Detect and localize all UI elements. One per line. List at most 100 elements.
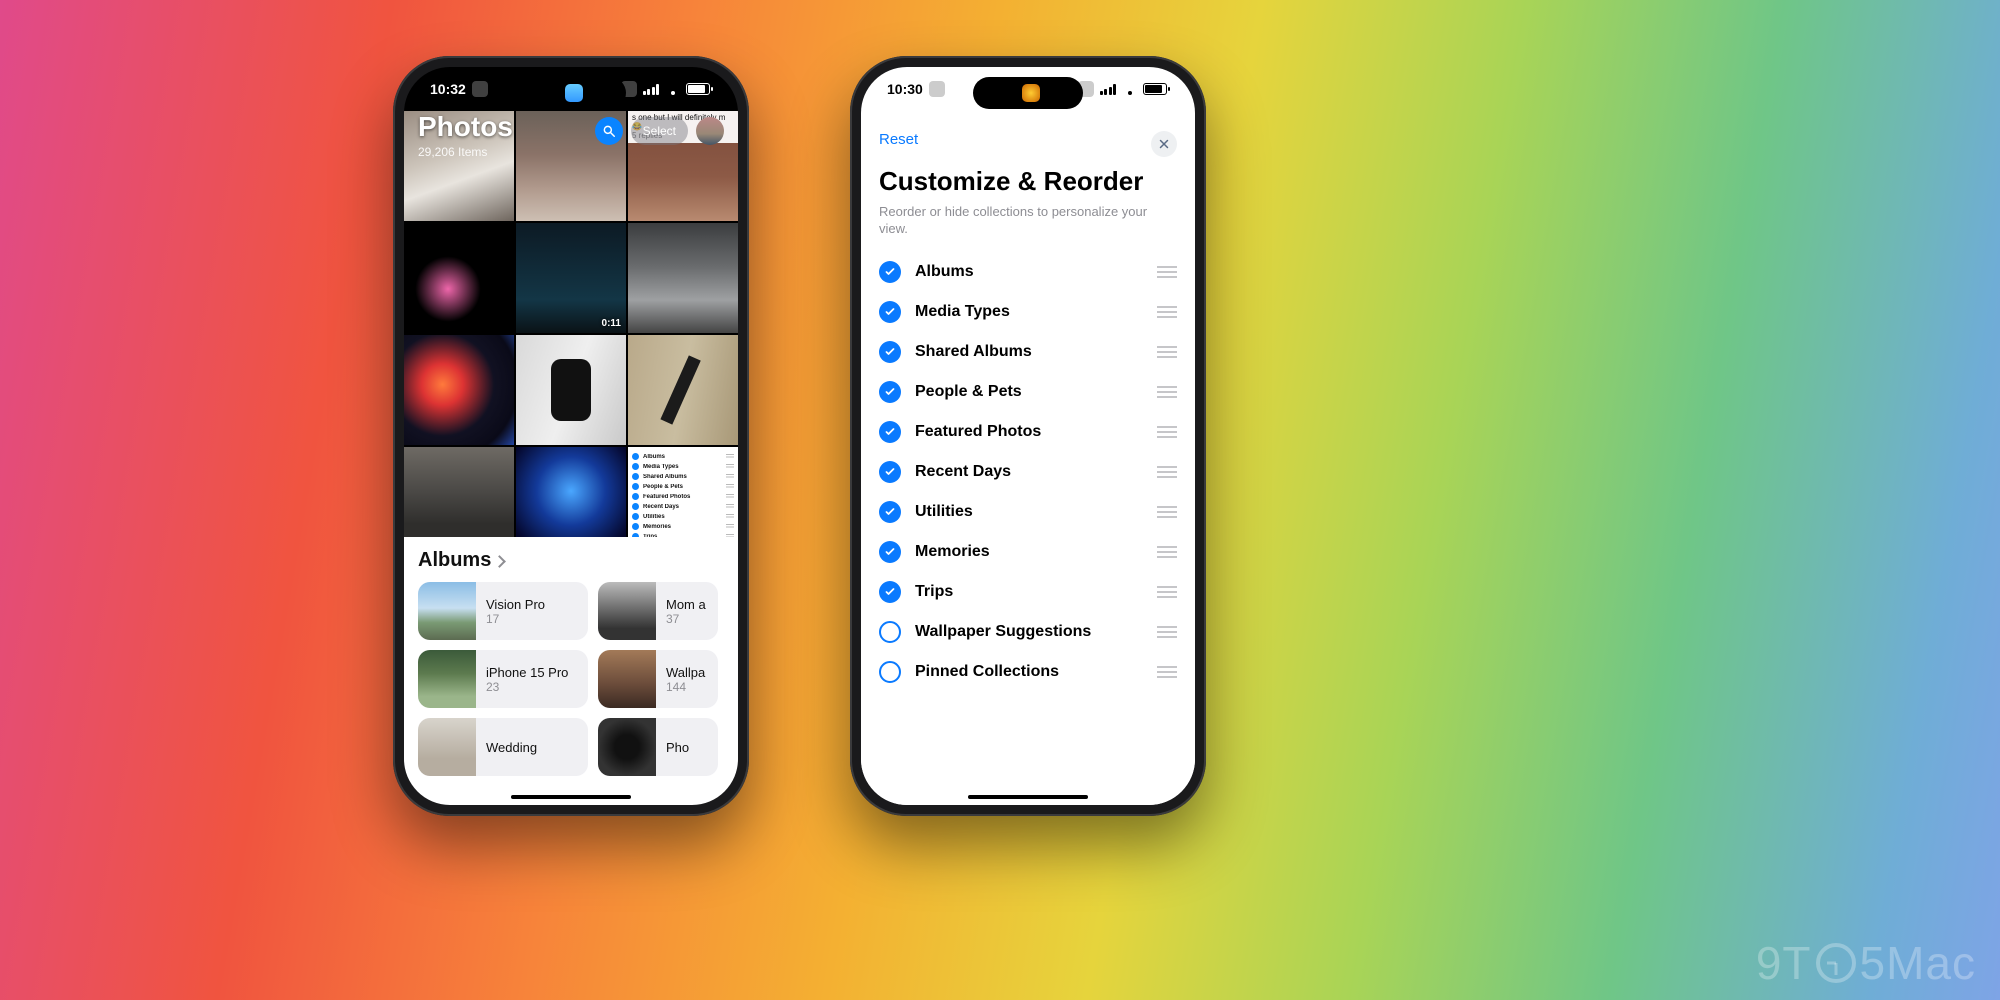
checkbox[interactable]: [879, 621, 901, 643]
cellular-icon: [1100, 84, 1117, 95]
drag-handle-icon[interactable]: [1157, 626, 1177, 638]
check-icon: [884, 346, 896, 358]
checkbox[interactable]: [879, 661, 901, 683]
photo-tile[interactable]: [404, 223, 514, 333]
check-icon: [884, 386, 896, 398]
photo-grid[interactable]: s one but I will definitely m 😂 5 replie…: [404, 111, 738, 557]
album-thumb: [598, 582, 656, 640]
home-indicator[interactable]: [511, 795, 631, 799]
album-name: Wedding: [486, 740, 537, 755]
album-card[interactable]: Wallpa144: [598, 650, 718, 708]
album-card[interactable]: Wedding: [418, 718, 588, 776]
customize-sheet: Reset Customize & Reorder Reorder or hid…: [861, 117, 1195, 805]
option-label: Shared Albums: [915, 343, 1143, 361]
option-label: Utilities: [915, 503, 1143, 521]
check-icon: [884, 466, 896, 478]
drag-handle-icon[interactable]: [1157, 466, 1177, 478]
option-row[interactable]: Trips: [879, 572, 1177, 612]
drag-handle-icon[interactable]: [1157, 586, 1177, 598]
option-row[interactable]: Wallpaper Suggestions: [879, 612, 1177, 652]
albums-title: Albums: [418, 549, 491, 572]
option-row[interactable]: Memories: [879, 532, 1177, 572]
option-row[interactable]: Albums: [879, 252, 1177, 292]
dynamic-island-app-icon: [565, 84, 583, 102]
albums-header[interactable]: Albums: [418, 549, 724, 572]
phone-photos: 10:32 Photos 29,206 Items: [393, 56, 749, 816]
checkbox[interactable]: [879, 381, 901, 403]
check-icon: [884, 426, 896, 438]
album-card[interactable]: Vision Pro17: [418, 582, 588, 640]
select-button[interactable]: Select: [631, 117, 688, 145]
sheet-title: Customize & Reorder: [879, 167, 1177, 197]
drag-handle-icon[interactable]: [1157, 306, 1177, 318]
check-icon: [884, 586, 896, 598]
checkbox[interactable]: [879, 341, 901, 363]
album-count: 144: [666, 680, 705, 694]
option-label: Pinned Collections: [915, 663, 1143, 681]
status-time: 10:30: [887, 81, 923, 97]
search-button[interactable]: [595, 117, 623, 145]
option-label: Memories: [915, 543, 1143, 561]
photos-app[interactable]: Photos 29,206 Items Select s one but: [404, 67, 738, 805]
album-name: Pho: [666, 740, 689, 755]
photo-tile[interactable]: [628, 223, 738, 333]
album-card[interactable]: Pho: [598, 718, 718, 776]
cellular-icon: [643, 84, 660, 95]
photo-tile[interactable]: [628, 335, 738, 445]
option-row[interactable]: People & Pets: [879, 372, 1177, 412]
album-thumb: [418, 718, 476, 776]
close-button[interactable]: [1151, 131, 1177, 157]
dynamic-island-app-icon: [1022, 84, 1040, 102]
album-count: 23: [486, 680, 568, 694]
drag-handle-icon[interactable]: [1157, 546, 1177, 558]
option-row[interactable]: Recent Days: [879, 452, 1177, 492]
checkbox[interactable]: [879, 301, 901, 323]
album-card[interactable]: Mom a37: [598, 582, 718, 640]
drag-handle-icon[interactable]: [1157, 266, 1177, 278]
phone-customize: 10:30 Reset Customize & Reorder: [850, 56, 1206, 816]
photo-tile[interactable]: [404, 335, 514, 445]
option-row[interactable]: Utilities: [879, 492, 1177, 532]
checkbox[interactable]: [879, 461, 901, 483]
drag-handle-icon[interactable]: [1157, 666, 1177, 678]
sheet-subtitle: Reorder or hide collections to personali…: [879, 203, 1177, 238]
video-tile[interactable]: 0:11: [516, 223, 626, 333]
option-label: Trips: [915, 583, 1143, 601]
status-time: 10:32: [430, 81, 466, 97]
drag-handle-icon[interactable]: [1157, 506, 1177, 518]
home-indicator[interactable]: [968, 795, 1088, 799]
albums-section: Albums Vision Pro17Mom a37iPhone 15 Pro2…: [404, 537, 738, 805]
option-row[interactable]: Shared Albums: [879, 332, 1177, 372]
clock-icon: [1816, 943, 1856, 983]
check-icon: [884, 506, 896, 518]
drag-handle-icon[interactable]: [1157, 386, 1177, 398]
checkbox[interactable]: [879, 501, 901, 523]
check-icon: [884, 546, 896, 558]
option-label: Media Types: [915, 303, 1143, 321]
album-name: Vision Pro: [486, 597, 545, 612]
checkbox[interactable]: [879, 581, 901, 603]
drag-handle-icon[interactable]: [1157, 346, 1177, 358]
checkbox[interactable]: [879, 261, 901, 283]
video-duration: 0:11: [602, 318, 621, 329]
option-row[interactable]: Media Types: [879, 292, 1177, 332]
check-icon: [884, 306, 896, 318]
close-icon: [1158, 138, 1170, 150]
album-count: 37: [666, 612, 706, 626]
select-label: Select: [643, 124, 676, 138]
drag-handle-icon[interactable]: [1157, 426, 1177, 438]
option-row[interactable]: Pinned Collections: [879, 652, 1177, 692]
item-count: 29,206 Items: [418, 145, 724, 159]
checkbox[interactable]: [879, 421, 901, 443]
reset-button[interactable]: Reset: [879, 131, 918, 148]
album-thumb: [598, 718, 656, 776]
album-thumb: [418, 650, 476, 708]
album-card[interactable]: iPhone 15 Pro23: [418, 650, 588, 708]
photo-tile[interactable]: [516, 335, 626, 445]
option-label: Albums: [915, 263, 1143, 281]
album-name: iPhone 15 Pro: [486, 665, 568, 680]
option-row[interactable]: Featured Photos: [879, 412, 1177, 452]
profile-avatar[interactable]: [696, 117, 724, 145]
checkbox[interactable]: [879, 541, 901, 563]
wifi-icon: [1122, 84, 1137, 95]
